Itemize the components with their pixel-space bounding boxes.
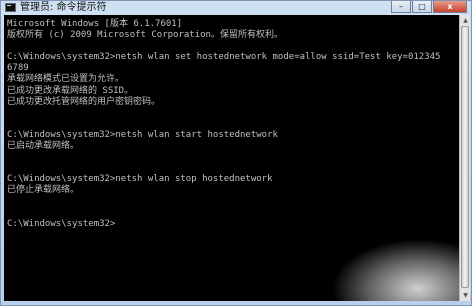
close-button[interactable]: x	[433, 1, 467, 13]
console-line: 6789	[7, 63, 29, 74]
console-line: C:\Windows\system32>netsh wlan set hoste…	[7, 52, 441, 63]
cmd-window: 管理员: 命令提示符 – □ x Microsoft Windows [版本 6…	[0, 0, 472, 306]
vertical-scrollbar[interactable]: ▲ ▼	[459, 15, 470, 301]
scroll-up-icon[interactable]: ▲	[461, 16, 470, 25]
window-title: 管理员: 命令提示符	[20, 2, 107, 13]
cmd-app-icon[interactable]	[5, 3, 16, 12]
console-line: C:\Windows\system32>netsh wlan start hos…	[7, 129, 278, 140]
console-line: 已成功更改承载网络的 SSID。	[7, 85, 134, 96]
scroll-down-icon[interactable]: ▼	[461, 291, 470, 300]
console-line: 已启动承载网络。	[7, 141, 80, 152]
maximize-button[interactable]: □	[412, 1, 432, 13]
blur-overlay	[334, 240, 459, 301]
console-line: Microsoft Windows [版本 6.1.7601]	[7, 19, 183, 29]
console-line: 版权所有 (c) 2009 Microsoft Corporation。保留所有…	[7, 30, 283, 41]
console-line: 承载网络模式已设置为允许。	[7, 74, 125, 85]
minimize-button[interactable]: –	[391, 1, 411, 13]
console-line: 已成功更改托管网络的用户密钥密码。	[7, 96, 161, 107]
title-bar[interactable]: 管理员: 命令提示符 – □ x	[1, 1, 471, 15]
console-line: C:\Windows\system32>	[7, 218, 116, 229]
console-line: C:\Windows\system32>netsh wlan stop host…	[7, 174, 273, 185]
console-output[interactable]: Microsoft Windows [版本 6.1.7601] 版权所有 (c) …	[4, 15, 459, 301]
console-lines: Microsoft Windows [版本 6.1.7601] 版权所有 (c) …	[7, 19, 440, 230]
console-line: 已停止承载网络。	[7, 185, 80, 196]
window-controls: – □ x	[391, 1, 467, 14]
scroll-thumb[interactable]	[461, 26, 469, 288]
